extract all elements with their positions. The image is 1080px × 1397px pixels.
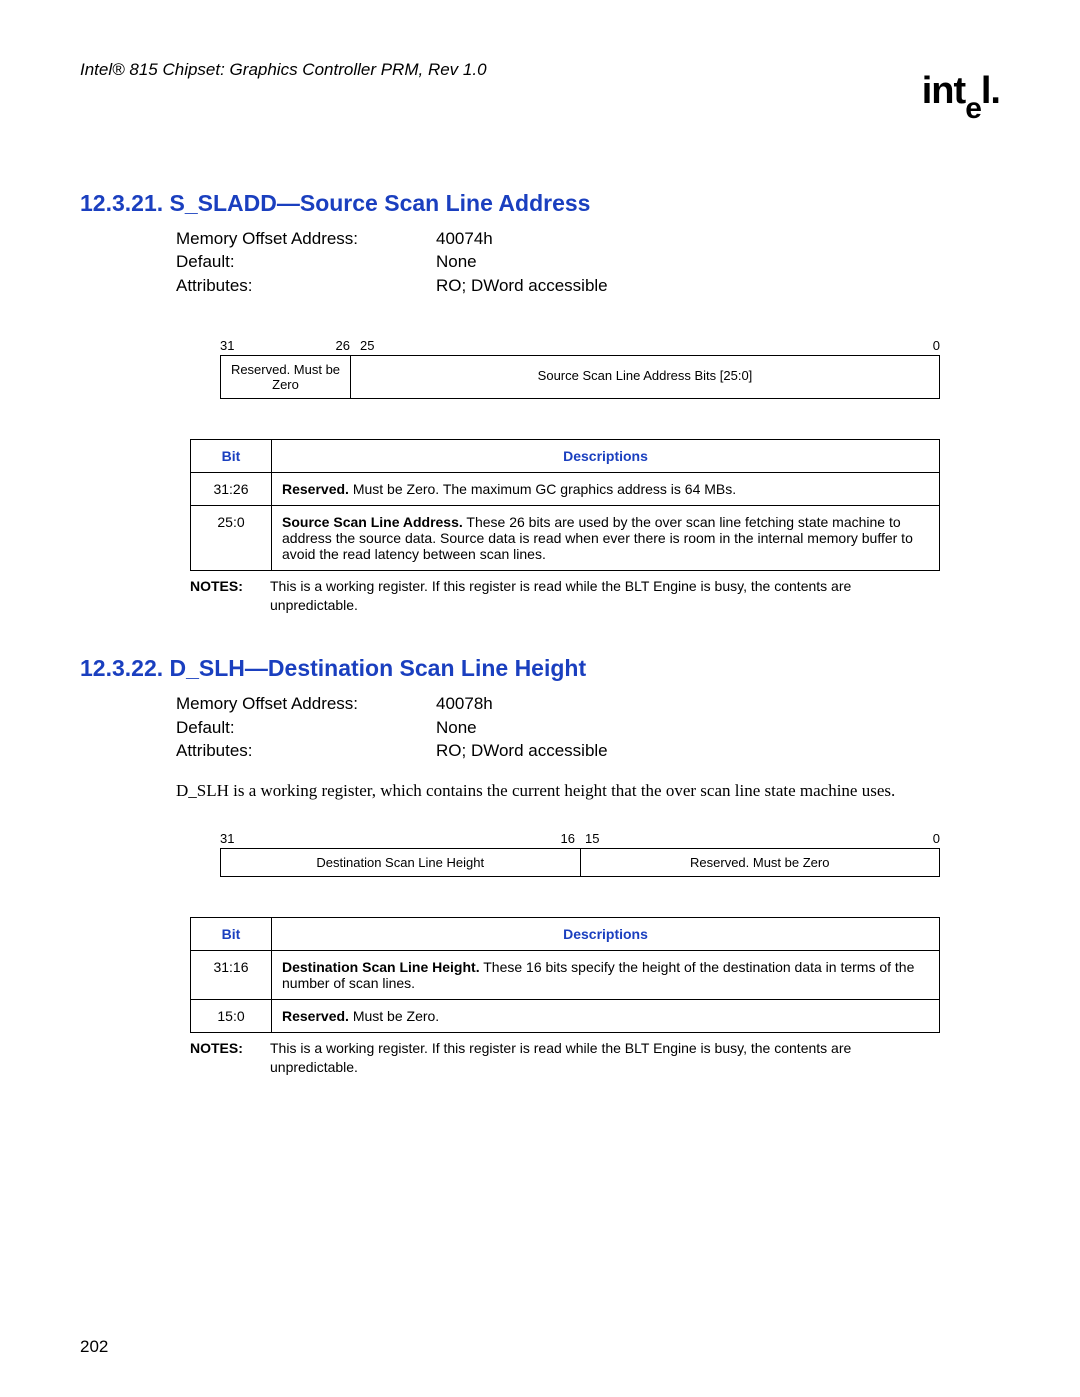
table-header-bit: Bit bbox=[191, 918, 272, 951]
description-table-ssladd: Bit Descriptions 31:26 Reserved. Must be… bbox=[190, 439, 940, 571]
table-header-desc: Descriptions bbox=[272, 439, 940, 472]
page-number: 202 bbox=[80, 1337, 108, 1357]
notes-ssladd: NOTES: This is a working register. If th… bbox=[190, 577, 940, 615]
bit-label: 15 bbox=[585, 831, 599, 846]
table-row: 15:0 Reserved. Must be Zero. bbox=[191, 1000, 940, 1033]
bit-label: 31 bbox=[220, 338, 234, 353]
bit-description: Reserved. Must be Zero. bbox=[272, 1000, 940, 1033]
table-row: 25:0 Source Scan Line Address. These 26 … bbox=[191, 505, 940, 570]
bit-range: 31:26 bbox=[191, 472, 272, 505]
bit-range: 15:0 bbox=[191, 1000, 272, 1033]
kv-val: None bbox=[436, 250, 1000, 274]
description-table-dslh: Bit Descriptions 31:16 Destination Scan … bbox=[190, 917, 940, 1033]
kv-val: RO; DWord accessible bbox=[436, 739, 1000, 763]
table-header-desc: Descriptions bbox=[272, 918, 940, 951]
kv-val: 40074h bbox=[436, 227, 1000, 251]
notes-dslh: NOTES: This is a working register. If th… bbox=[190, 1039, 940, 1077]
kv-val: 40078h bbox=[436, 692, 1000, 716]
bitfield-cell: Source Scan Line Address Bits [25:0] bbox=[351, 356, 939, 398]
bitfield-diagram-ssladd: 31 26 25 0 Reserved. Must be Zero Source… bbox=[220, 338, 940, 399]
notes-label: NOTES: bbox=[190, 1039, 270, 1077]
page: Intel® 815 Chipset: Graphics Controller … bbox=[0, 0, 1080, 1397]
kv-key: Attributes: bbox=[176, 739, 436, 763]
body-paragraph-dslh: D_SLH is a working register, which conta… bbox=[176, 781, 1000, 801]
table-row: 31:26 Reserved. Must be Zero. The maximu… bbox=[191, 472, 940, 505]
kv-val: None bbox=[436, 716, 1000, 740]
table-header-bit: Bit bbox=[191, 439, 272, 472]
table-row: 31:16 Destination Scan Line Height. Thes… bbox=[191, 951, 940, 1000]
notes-label: NOTES: bbox=[190, 577, 270, 615]
bit-label: 16 bbox=[561, 831, 575, 846]
kv-key: Attributes: bbox=[176, 274, 436, 298]
notes-text: This is a working register. If this regi… bbox=[270, 1039, 940, 1077]
bitfield-cell: Destination Scan Line Height bbox=[221, 849, 581, 876]
register-info-dslh: Memory Offset Address: 40078h Default: N… bbox=[176, 692, 1000, 763]
kv-key: Memory Offset Address: bbox=[176, 227, 436, 251]
page-header: Intel® 815 Chipset: Graphics Controller … bbox=[80, 60, 1000, 120]
bit-label: 0 bbox=[933, 831, 940, 846]
bit-label: 0 bbox=[933, 338, 940, 353]
kv-key: Default: bbox=[176, 716, 436, 740]
section-heading-dslh: 12.3.22. D_SLH—Destination Scan Line Hei… bbox=[80, 655, 1000, 682]
kv-key: Default: bbox=[176, 250, 436, 274]
bitfield-cell: Reserved. Must be Zero bbox=[221, 356, 351, 398]
kv-key: Memory Offset Address: bbox=[176, 692, 436, 716]
bit-description: Destination Scan Line Height. These 16 b… bbox=[272, 951, 940, 1000]
notes-text: This is a working register. If this regi… bbox=[270, 577, 940, 615]
kv-val: RO; DWord accessible bbox=[436, 274, 1000, 298]
bitfield-diagram-dslh: 31 16 15 0 Destination Scan Line Height … bbox=[220, 831, 940, 877]
bit-description: Source Scan Line Address. These 26 bits … bbox=[272, 505, 940, 570]
register-info-ssladd: Memory Offset Address: 40074h Default: N… bbox=[176, 227, 1000, 298]
bit-label: 25 bbox=[360, 338, 374, 353]
bit-range: 25:0 bbox=[191, 505, 272, 570]
bit-range: 31:16 bbox=[191, 951, 272, 1000]
bitfield-cell: Reserved. Must be Zero bbox=[581, 849, 940, 876]
intel-logo: intel. bbox=[922, 70, 1000, 120]
bit-description: Reserved. Must be Zero. The maximum GC g… bbox=[272, 472, 940, 505]
bit-label: 31 bbox=[220, 831, 234, 846]
bit-label: 26 bbox=[336, 338, 350, 353]
section-heading-ssladd: 12.3.21. S_SLADD—Source Scan Line Addres… bbox=[80, 190, 1000, 217]
document-title: Intel® 815 Chipset: Graphics Controller … bbox=[80, 60, 487, 80]
